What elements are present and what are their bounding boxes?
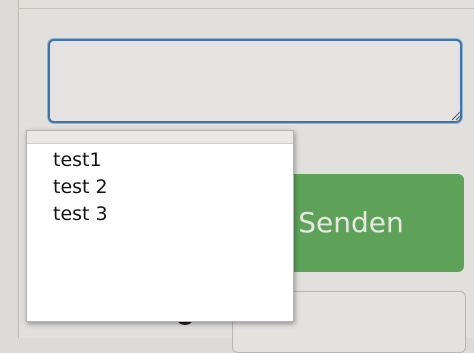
resize-handle-icon[interactable]: [451, 111, 461, 121]
dropdown-option[interactable]: test 2: [27, 174, 293, 201]
message-textarea[interactable]: [48, 39, 462, 123]
divider: [18, 8, 474, 9]
dropdown-header: [27, 131, 293, 144]
dropdown-option[interactable]: test1: [27, 147, 293, 174]
dropdown-option[interactable]: test 3: [27, 201, 293, 228]
dropdown-list: test1 test 2 test 3: [27, 147, 293, 228]
autocomplete-dropdown: test1 test 2 test 3: [26, 130, 294, 322]
